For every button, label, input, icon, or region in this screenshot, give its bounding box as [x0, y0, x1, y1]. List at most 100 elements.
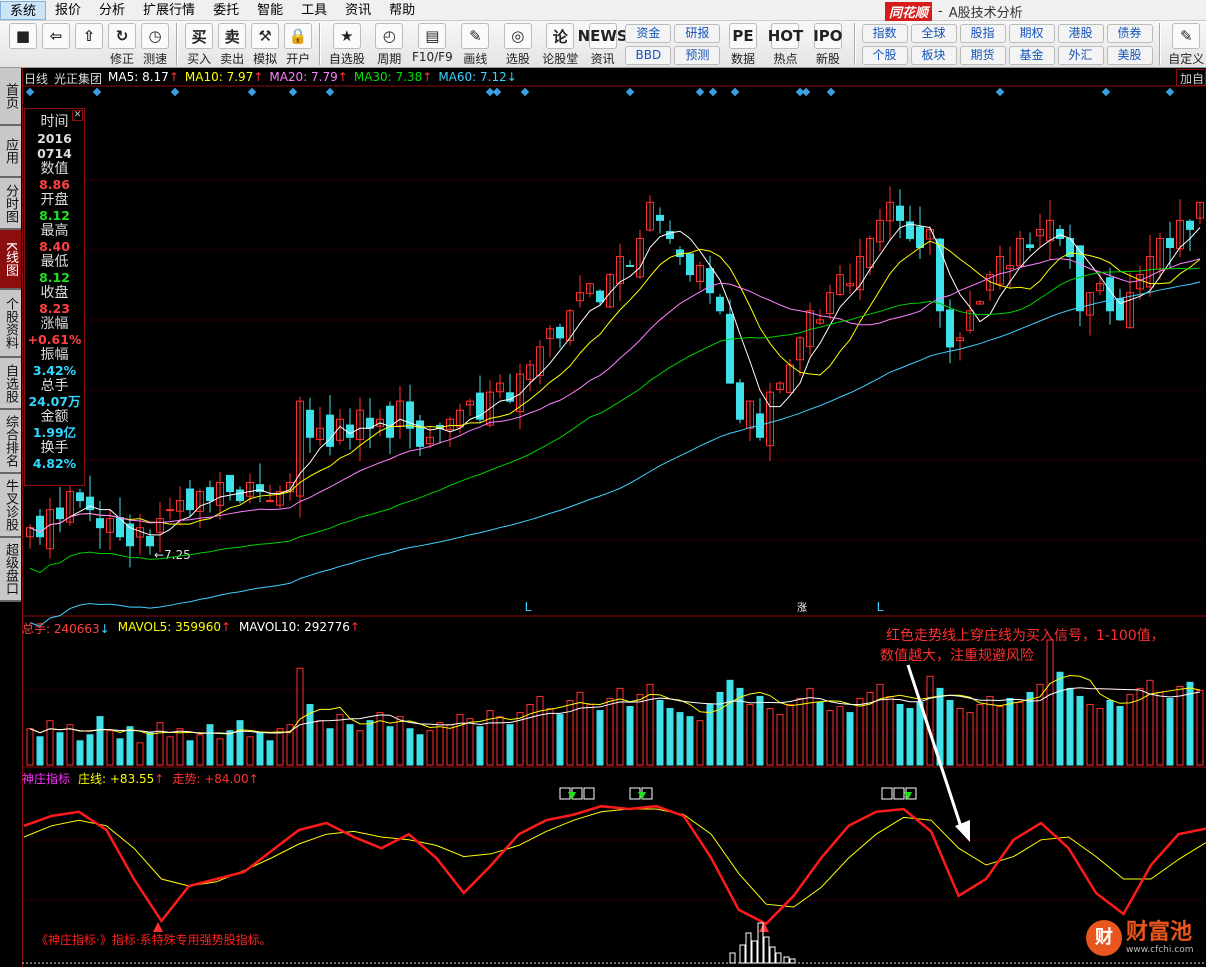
volume-bar	[776, 714, 784, 766]
toolbar-button[interactable]: 卖卖出	[217, 23, 247, 67]
toolbar-button[interactable]: IPO 新股	[808, 23, 847, 67]
menu-item[interactable]: 扩展行情	[134, 1, 204, 20]
event-diamond-icon	[730, 87, 740, 97]
ma-value: MA20: 7.79	[269, 70, 338, 84]
candle-body	[266, 500, 274, 503]
app-subtitle: A股技术分析	[948, 6, 1023, 21]
toolbar-button[interactable]: ◴ 周期	[370, 23, 409, 67]
market-button[interactable]: 期权	[1008, 24, 1055, 43]
toolbar-button[interactable]: ◎ 选股	[498, 23, 537, 67]
menu-item[interactable]: 系统	[0, 0, 47, 20]
toolbar-button[interactable]: 买买入	[184, 23, 214, 67]
mavol10-line	[29, 687, 1201, 735]
toolbar-button[interactable]: ★ 自选股	[327, 23, 366, 67]
menu-item[interactable]: 帮助	[380, 1, 424, 20]
sidebar-tab[interactable]: 个股资料	[0, 290, 21, 358]
candle-body	[1026, 244, 1034, 249]
market-button[interactable]: 股指	[959, 24, 1006, 43]
indicator-header: 神庄指标 庄线: +83.55↑ 走势: +84.00↑	[22, 770, 259, 787]
volume-bar	[96, 716, 104, 766]
market-button[interactable]: 外汇	[1057, 46, 1104, 65]
histogram-bar	[769, 946, 776, 964]
close-icon[interactable]: ✕	[72, 110, 83, 121]
menu-item[interactable]: 工具	[292, 1, 336, 20]
menu-item[interactable]: 委托	[204, 1, 248, 20]
market-button[interactable]: 债券	[1106, 24, 1153, 43]
volume-bar	[566, 699, 574, 766]
volume-legend: MAVOL5: 359960↑	[118, 620, 231, 637]
volume-bar	[1106, 699, 1114, 766]
toolbar-button[interactable]: ⇦	[41, 23, 71, 50]
stock-name: 光正集团	[54, 72, 103, 86]
volume-bar	[296, 667, 304, 766]
market-button[interactable]: 期货	[959, 46, 1006, 65]
toolbar-icon: 🔒	[284, 23, 313, 49]
add-to-watchlist-button[interactable]: 加自选	[1176, 69, 1206, 86]
toolbar-button[interactable]: ✎ 自定义	[1167, 23, 1206, 67]
menu-item[interactable]: 分析	[90, 1, 134, 20]
sidebar-tab[interactable]: 自选股	[0, 358, 21, 410]
volume-bar	[846, 712, 854, 766]
toolbar-button[interactable]: HOT 热点	[766, 23, 805, 67]
toolbar-button[interactable]: ✎ 画线	[456, 23, 495, 67]
toolbar-button[interactable]: ◷ 测速	[140, 23, 170, 67]
toolbar-grid-button[interactable]: 预测	[674, 46, 721, 65]
annotation-line-2: 数值越大，注重规避风险	[880, 648, 1034, 664]
market-button[interactable]: 板块	[910, 46, 957, 65]
toolbar-button[interactable]: ⇧	[74, 23, 104, 50]
toolbar-grid-button[interactable]: BBD	[625, 46, 672, 65]
market-button[interactable]: 美股	[1106, 46, 1153, 65]
toolbar-grid-button[interactable]: 研报	[674, 24, 721, 43]
toolbar-label: 修正	[110, 52, 135, 66]
volume-bar	[666, 708, 674, 766]
candle-body	[96, 518, 104, 529]
info-key: 涨幅	[40, 315, 69, 332]
candle-body	[166, 509, 174, 512]
volume-bar	[656, 699, 664, 766]
toolbar-icon: ⇧	[75, 23, 104, 49]
toolbar-label: 卖出	[220, 52, 245, 66]
market-button[interactable]: 指数	[861, 24, 908, 43]
menu-item[interactable]: 报价	[46, 1, 90, 20]
volume-bar	[1056, 671, 1064, 766]
market-button[interactable]: 个股	[861, 46, 908, 65]
market-button[interactable]: 基金	[1008, 46, 1055, 65]
sidebar: 首页 应用 分时图 K线图 个股资料 自选股 综合排名 牛叉诊股 超级盘口	[0, 68, 22, 967]
histogram-bar	[745, 932, 752, 964]
menu-item[interactable]: 资讯	[336, 1, 380, 20]
volume-bar	[336, 714, 344, 766]
toolbar-icon: ◷	[141, 23, 170, 49]
toolbar-button[interactable]: PE 数据	[723, 23, 762, 67]
toolbar-grid-button[interactable]: 资金	[625, 24, 672, 43]
ma-legend: MA60: 7.12↓	[438, 70, 516, 87]
sidebar-tab[interactable]: 应用	[0, 126, 21, 178]
sidebar-tab[interactable]: 分时图	[0, 178, 21, 230]
sidebar-tab[interactable]: 牛叉诊股	[0, 474, 21, 538]
sidebar-tab[interactable]: 首页	[0, 68, 21, 126]
indicator-value: 走势: +84.00	[172, 772, 249, 786]
toolbar-button[interactable]: ▤ F10/F9	[412, 23, 453, 64]
annotation-text: 红色走势线上穿庄线为买入信号，1-100值， 数值越大，注重规避风险	[880, 626, 1165, 666]
toolbar-button[interactable]: ■	[8, 23, 38, 50]
volume-bar	[1156, 691, 1164, 766]
sidebar-tab[interactable]: K线图	[0, 230, 21, 290]
toolbar-button[interactable]: 🔒 开户	[283, 23, 313, 67]
toolbar-button[interactable]: ⚒ 模拟	[250, 23, 280, 67]
volume-bar	[496, 716, 504, 766]
kline-chart[interactable]: ←7.25 L 涨 L	[22, 68, 1206, 967]
toolbar-button[interactable]: ↻ 修正	[107, 23, 137, 67]
event-diamond-icon	[1101, 87, 1111, 97]
market-button[interactable]: 港股	[1057, 24, 1104, 43]
market-button[interactable]: 全球	[910, 24, 957, 43]
toolbar-button[interactable]: 论论股堂	[541, 23, 580, 67]
toolbar-button[interactable]: NEWS 资讯	[578, 23, 628, 67]
menu-item[interactable]: 智能	[248, 1, 292, 20]
info-key: 开盘	[40, 191, 69, 208]
sidebar-tab[interactable]: 综合排名	[0, 410, 21, 474]
event-diamond-icon	[708, 87, 718, 97]
volume-bar	[196, 734, 204, 766]
indicator-footnote: 《神庄指标·》指标·系特殊专用强势股指标。	[36, 933, 272, 947]
period-label[interactable]: 日线	[24, 70, 48, 87]
sidebar-tab[interactable]: 超级盘口	[0, 538, 21, 602]
indicator-name[interactable]: 神庄指标	[22, 770, 70, 787]
